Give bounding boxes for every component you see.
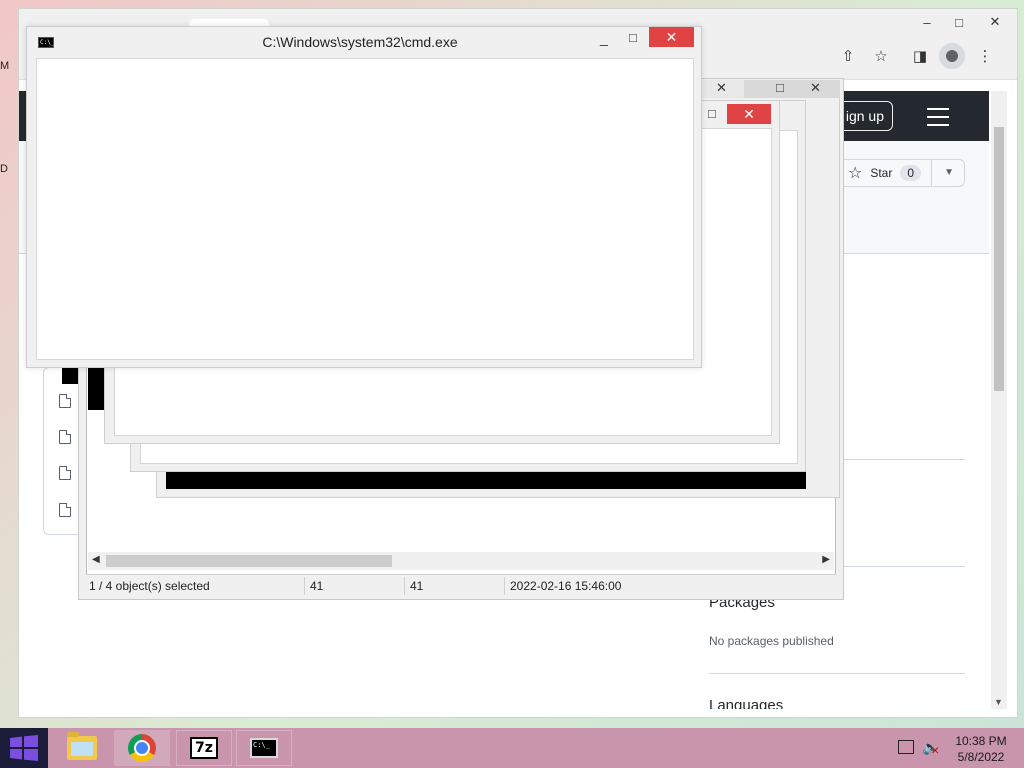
star-icon[interactable]: ☆: [868, 43, 894, 69]
share-icon[interactable]: ⇧: [835, 43, 861, 69]
windows-logo-icon: [10, 735, 38, 761]
command-prompt-icon: C:\_: [250, 738, 278, 758]
start-button[interactable]: [0, 728, 48, 768]
hamburger-menu-icon[interactable]: [927, 108, 949, 126]
desktop-icon-label: D: [0, 163, 8, 175]
languages-heading: Languages: [709, 697, 784, 709]
browser-close-button[interactable]: ✕: [977, 9, 1013, 35]
browser-minimize-button[interactable]: –: [909, 9, 945, 35]
status-size: 41: [310, 579, 324, 593]
sign-up-button[interactable]: ign up: [837, 101, 893, 131]
cmd-console-area[interactable]: [36, 58, 694, 360]
taskbar-command-prompt[interactable]: C:\_: [236, 730, 292, 766]
scrollbar-thumb[interactable]: [994, 127, 1004, 391]
desktop-icon-label: M: [0, 60, 10, 72]
browser-maximize-button[interactable]: □: [941, 9, 977, 35]
console-body: [62, 368, 78, 384]
zip-status-bar: 1 / 4 object(s) selected 41 41 2022-02-1…: [86, 574, 836, 597]
side-panel-icon[interactable]: ◨: [907, 43, 933, 69]
console-close-button[interactable]: ✕: [727, 104, 771, 124]
cmd-window-title: C:\Windows\system32\cmd.exe: [262, 34, 458, 50]
console-close-button[interactable]: ✕: [810, 80, 821, 96]
muted-icon: ✕: [931, 746, 940, 757]
console-maximize-button[interactable]: □: [776, 80, 784, 95]
cmd-close-button[interactable]: ✕: [649, 27, 694, 47]
file-icon[interactable]: [59, 466, 71, 480]
taskbar-chrome[interactable]: [114, 730, 170, 766]
menu-kebab-icon[interactable]: ⋮: [972, 43, 998, 69]
console-maximize-button[interactable]: □: [708, 106, 716, 121]
star-label: Star: [870, 166, 893, 180]
console-close-button[interactable]: ✕: [716, 80, 727, 96]
cmd-minimize-button[interactable]: _: [600, 30, 608, 46]
caret-down-icon[interactable]: ▼: [944, 167, 954, 178]
file-icon[interactable]: [59, 430, 71, 444]
status-modified: 2022-02-16 15:46:00: [510, 579, 622, 593]
zip-horizontal-scrollbar[interactable]: ◀ ▶: [88, 552, 834, 570]
7zip-icon: 7z: [190, 737, 218, 759]
star-repo-button[interactable]: ☆ Star 0 ▼: [839, 159, 965, 187]
file-icon[interactable]: [59, 394, 71, 408]
file-icon[interactable]: [59, 503, 71, 517]
taskbar-clock[interactable]: 10:38 PM 5/8/2022: [950, 733, 1012, 765]
profile-icon[interactable]: [939, 43, 965, 69]
clock-date: 5/8/2022: [957, 750, 1005, 764]
sidebar-divider: [709, 673, 965, 674]
page-scrollbar[interactable]: ▼: [991, 91, 1007, 709]
cmd-app-icon: C:\_: [38, 37, 55, 48]
packages-text: No packages published: [709, 634, 834, 648]
network-icon[interactable]: [898, 740, 914, 754]
scroll-down-arrow-icon[interactable]: ▼: [994, 697, 1003, 707]
scroll-left-arrow-icon[interactable]: ◀: [92, 554, 100, 565]
console-body: [88, 368, 104, 410]
scrollbar-thumb[interactable]: [106, 555, 392, 567]
taskbar-7zip[interactable]: 7z: [176, 730, 232, 766]
status-packed-size: 41: [410, 579, 424, 593]
folder-icon: [67, 732, 97, 760]
console-body: [166, 472, 806, 489]
status-selection: 1 / 4 object(s) selected: [89, 579, 210, 593]
star-count: 0: [900, 165, 922, 181]
cmd-maximize-button[interactable]: □: [629, 30, 637, 45]
clock-time: 10:38 PM: [955, 734, 1007, 748]
star-outline-icon: ☆: [848, 165, 863, 182]
taskbar-file-explorer[interactable]: [54, 730, 110, 766]
chrome-icon: [128, 734, 156, 762]
scroll-right-arrow-icon[interactable]: ▶: [822, 554, 830, 565]
